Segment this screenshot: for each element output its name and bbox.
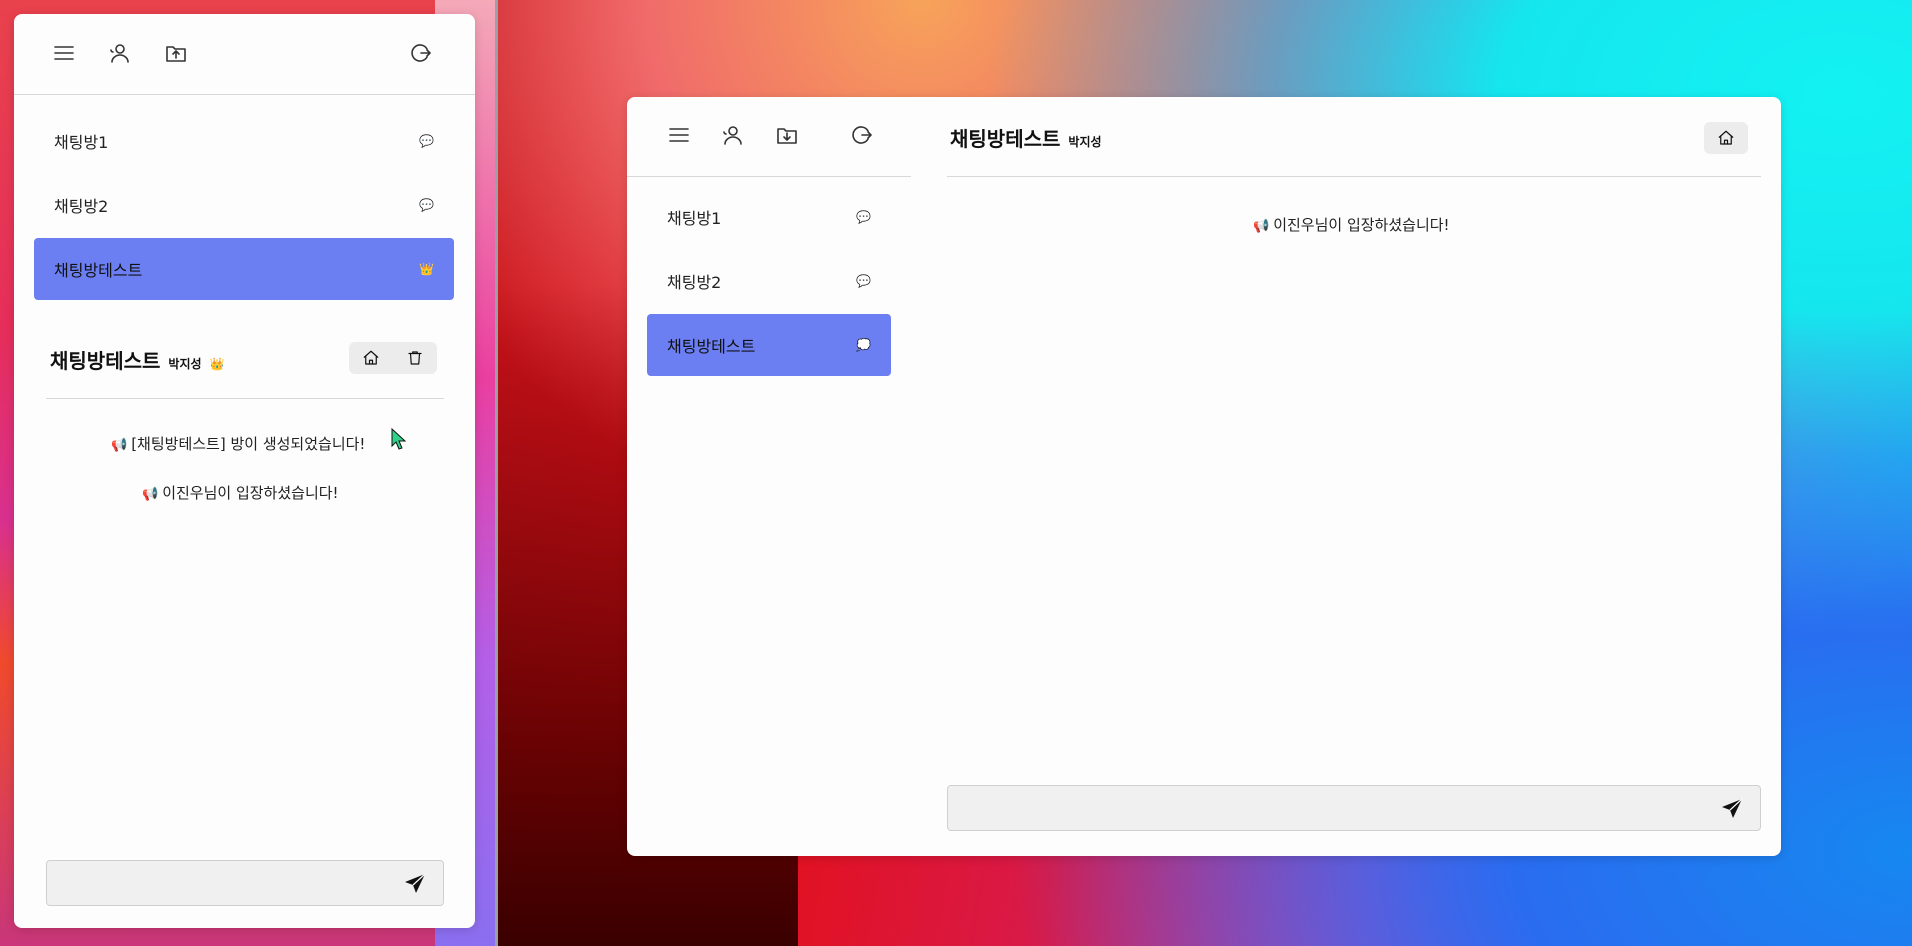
friends-icon[interactable] <box>106 39 134 67</box>
chat-actions <box>349 342 437 374</box>
message-input[interactable] <box>956 792 1704 826</box>
room-label: 채팅방1 <box>667 209 722 228</box>
system-message: 📢 이진우님이 입장하셨습니다! <box>1253 214 1450 235</box>
toolbar <box>50 39 190 67</box>
message-input[interactable] <box>55 867 387 901</box>
room-item-3[interactable]: 채팅방테스트 👑 <box>34 238 454 300</box>
thought-bubble-icon: 💭 <box>856 338 871 352</box>
chat-owner: 박지성 <box>168 357 202 371</box>
speech-bubble-icon: 💬 <box>856 274 871 288</box>
logout-icon[interactable] <box>847 121 875 149</box>
folder-upload-icon[interactable] <box>162 39 190 67</box>
chat-header-divider <box>947 176 1761 177</box>
trash-icon[interactable] <box>393 342 437 374</box>
room-label: 채팅방2 <box>54 197 109 216</box>
send-icon[interactable] <box>1720 797 1744 821</box>
system-message: 📢 이진우님이 입장하셨습니다! <box>142 482 339 503</box>
room-label: 채팅방1 <box>54 133 109 152</box>
message-text: [채팅방테스트] 방이 생성되었습니다! <box>131 435 366 453</box>
message-text: 이진우님이 입장하셨습니다! <box>162 484 339 502</box>
toolbar-divider <box>627 176 911 177</box>
chat-header: 채팅방테스트 박지성 👑 <box>50 345 224 374</box>
chat-app-window-right: 채팅방1 💬 채팅방2 💬 채팅방테스트 💭 채팅방테스트 박지성 📢 이진우님이… <box>627 97 1781 856</box>
speech-bubble-icon: 💬 <box>856 210 871 224</box>
friends-icon[interactable] <box>719 121 747 149</box>
megaphone-icon: 📢 <box>1253 219 1270 234</box>
room-item-2[interactable]: 채팅방2 💬 <box>647 250 891 312</box>
chat-header-divider <box>46 398 444 399</box>
menu-icon[interactable] <box>50 39 78 67</box>
room-label: 채팅방테스트 <box>667 337 756 356</box>
logout-icon[interactable] <box>406 39 434 67</box>
chat-title: 채팅방테스트 <box>50 349 161 373</box>
chat-app-window-left: 채팅방1 💬 채팅방2 💬 채팅방테스트 👑 채팅방테스트 박지성 👑 📢 [채팅… <box>14 14 475 928</box>
mouse-cursor-icon <box>391 428 407 450</box>
message-input-bar <box>46 860 444 906</box>
toolbar-divider <box>14 94 475 95</box>
speech-bubble-icon: 💬 <box>419 198 434 212</box>
crown-icon: 👑 <box>419 262 434 276</box>
menu-icon[interactable] <box>665 121 693 149</box>
room-item-1[interactable]: 채팅방1 💬 <box>647 186 891 248</box>
crown-icon: 👑 <box>209 357 225 371</box>
chat-title: 채팅방테스트 <box>950 127 1061 151</box>
chat-actions <box>1704 122 1748 154</box>
megaphone-icon: 📢 <box>142 487 159 502</box>
home-icon[interactable] <box>1704 122 1748 154</box>
room-label: 채팅방2 <box>667 273 722 292</box>
toolbar <box>665 121 801 149</box>
chat-owner: 박지성 <box>1068 135 1102 149</box>
chat-header: 채팅방테스트 박지성 <box>950 123 1102 152</box>
room-label: 채팅방테스트 <box>54 261 143 280</box>
room-item-3[interactable]: 채팅방테스트 💭 <box>647 314 891 376</box>
room-item-1[interactable]: 채팅방1 💬 <box>34 110 454 172</box>
system-message: 📢 [채팅방테스트] 방이 생성되었습니다! <box>111 433 365 454</box>
message-text: 이진우님이 입장하셨습니다! <box>1273 216 1450 234</box>
room-item-2[interactable]: 채팅방2 💬 <box>34 174 454 236</box>
megaphone-icon: 📢 <box>111 438 128 453</box>
home-icon[interactable] <box>349 342 393 374</box>
speech-bubble-icon: 💬 <box>419 134 434 148</box>
message-input-bar <box>947 785 1761 831</box>
send-icon[interactable] <box>403 872 427 896</box>
folder-download-icon[interactable] <box>773 121 801 149</box>
